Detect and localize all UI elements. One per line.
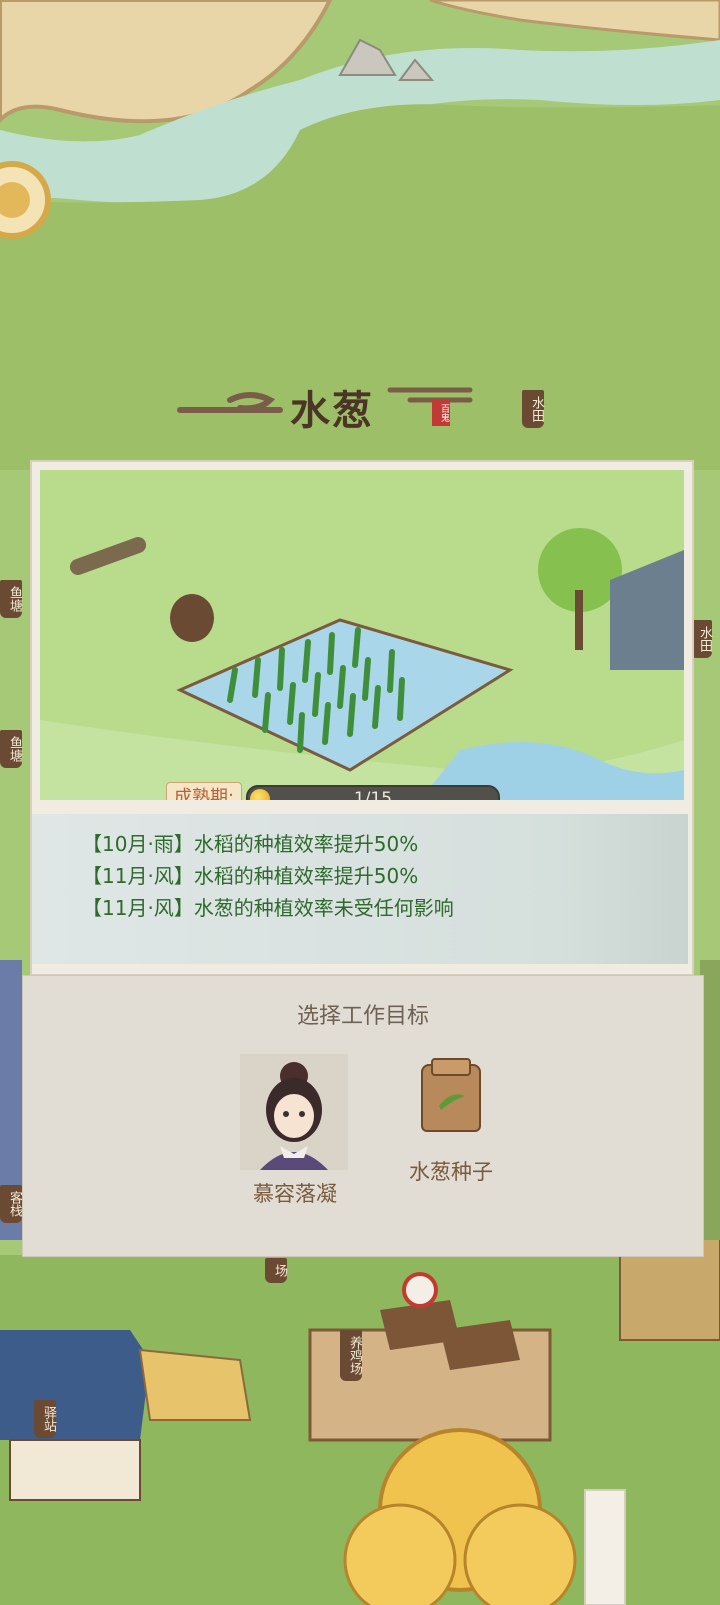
work-target-panel: 选择工作目标 慕容落凝 水葱种子 [22, 975, 704, 1257]
map-sign-chicken-farm[interactable]: 养鸡场 [340, 1330, 362, 1381]
weather-effects-list: 【10月·雨】水稻的种植效率提升50% 【11月·风】水稻的种植效率提升50% … [32, 814, 688, 964]
title-stamp: 百鬼 [432, 400, 450, 426]
seed-name: 水葱种子 [409, 1160, 493, 1184]
target-option-scallion-seeds[interactable]: 水葱种子 [391, 1058, 511, 1186]
character-portrait [240, 1054, 348, 1170]
effect-text: 水稻的种植效率提升50% [193, 864, 419, 888]
effect-tag: 【11月·风】 [82, 896, 194, 920]
map-sign-farm[interactable]: 场 [265, 1258, 287, 1283]
map-sign-paddy-field[interactable]: 水田 [522, 390, 544, 428]
crop-title: 水葱 [290, 387, 374, 434]
worker-option-murong-luoning[interactable]: 慕容落凝 [240, 1054, 350, 1208]
seed-bag-icon [421, 1058, 481, 1132]
effect-line: 【11月·风】水葱的种植效率未受任何影响 [82, 892, 454, 921]
crop-title-banner: 水葱 百鬼 [170, 370, 500, 440]
field-scene-art [40, 470, 684, 800]
effect-tag: 【11月·风】 [82, 864, 194, 888]
effect-text: 水稻的种植效率提升50% [193, 832, 419, 856]
work-target-title: 选择工作目标 [296, 1004, 429, 1029]
maturity-progress-text: 1/15 [353, 789, 393, 800]
effect-line: 【11月·风】水稻的种植效率提升50% [82, 860, 418, 889]
effect-line: 【10月·雨】水稻的种植效率提升50% [82, 828, 418, 857]
map-sign-inn[interactable]: 客栈 [0, 1185, 22, 1223]
map-sign-post-station[interactable]: 驿站 [34, 1400, 56, 1438]
character-avatar [240, 1054, 348, 1170]
map-sign-fish-pond-2[interactable]: 鱼塘 [0, 730, 22, 768]
effect-tag: 【10月·雨】 [82, 832, 194, 856]
effect-text: 水葱的种植效率未受任何影响 [193, 896, 454, 920]
crop-field-illustration: 成熟期: 1/15 [40, 470, 684, 800]
maturity-progress-bar: 1/15 [246, 785, 500, 800]
crop-info-card: 成熟期: 1/15 【10月·雨】水稻的种植效率提升50% 【11月·风】水稻的… [30, 460, 694, 976]
maturity-label: 成熟期: [166, 782, 242, 800]
map-sign-fish-pond[interactable]: 鱼塘 [0, 580, 22, 618]
worker-name: 慕容落凝 [253, 1182, 337, 1206]
seed-leaf-mark [439, 1094, 465, 1110]
